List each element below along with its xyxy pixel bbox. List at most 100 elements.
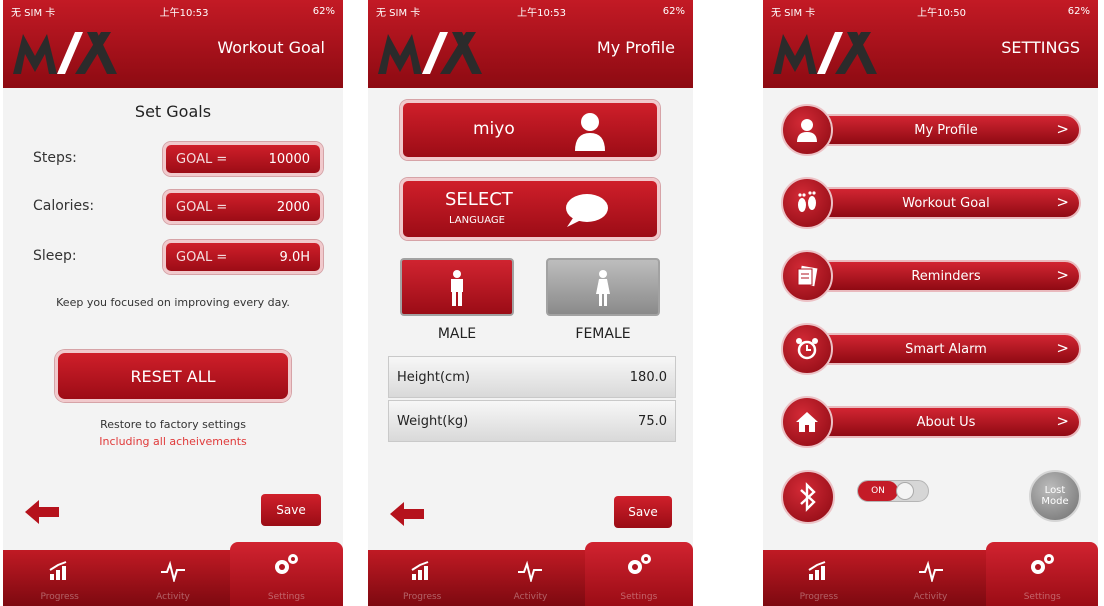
app-header: 无 SIM 卡 上午10:53 62% Workout Goal <box>3 0 343 88</box>
settings-item-label: Reminders <box>911 269 981 284</box>
restore-text: Restore to factory settings <box>100 418 246 431</box>
select-language-button[interactable]: SELECT LANGUAGE <box>400 178 660 240</box>
steps-goal-value: 10000 <box>268 151 310 167</box>
tab-activity-label: Activity <box>156 592 190 602</box>
weight-value: 75.0 <box>638 413 667 429</box>
lost-mode-button[interactable]: Lost Mode <box>1029 470 1081 522</box>
app-header: 无 SIM 卡 上午10:50 62% SETTINGS <box>763 0 1098 88</box>
lost-mode-label: Lost Mode <box>1041 485 1069 507</box>
status-bar: 无 SIM 卡 上午10:53 62% <box>3 0 343 22</box>
settings-item-reminders[interactable]: Reminders > <box>781 250 1081 302</box>
tab-progress[interactable]: Progress <box>368 550 476 606</box>
tab-activity-label: Activity <box>913 592 948 602</box>
my-profile-screen: 无 SIM 卡 上午10:53 62% My Profile miyo SELE… <box>368 0 693 606</box>
page-title: My Profile <box>596 38 675 57</box>
settings-icon-circle <box>781 323 833 375</box>
weight-row[interactable]: Weight(kg) 75.0 <box>388 400 676 442</box>
steps-goal-row: Steps: GOAL = 10000 <box>33 142 329 178</box>
time-text: 上午10:53 <box>517 7 566 19</box>
settings-icon-circle <box>781 396 833 448</box>
tab-progress-label: Progress <box>402 592 442 602</box>
height-value: 180.0 <box>629 369 667 385</box>
bluetooth-toggle[interactable]: ON <box>857 480 929 502</box>
chevron-right-icon: > <box>1056 412 1069 430</box>
settings-item-workout-goal[interactable]: Workout Goal > <box>781 177 1081 229</box>
bar-chart-icon <box>808 561 826 580</box>
female-button[interactable] <box>546 258 660 316</box>
gears-icon <box>1031 554 1055 574</box>
carrier-text: 无 SIM 卡 <box>771 7 816 19</box>
status-bar: 无 SIM 卡 上午10:53 62% <box>368 0 693 22</box>
save-label: Save <box>628 505 658 519</box>
gears-icon <box>627 554 651 574</box>
tab-activity[interactable]: Activity <box>875 550 987 606</box>
settings-item-my-profile[interactable]: My Profile > <box>781 104 1081 156</box>
tab-activity-label: Activity <box>513 592 548 602</box>
settings-icon-circle <box>781 250 833 302</box>
settings-item-label: About Us <box>916 415 976 430</box>
status-bar: 无 SIM 卡 上午10:50 62% <box>763 0 1098 22</box>
sleep-goal-field[interactable]: GOAL = 9.0H <box>163 240 323 274</box>
settings-item-about-us[interactable]: About Us > <box>781 396 1081 448</box>
max-logo <box>773 32 877 74</box>
home-icon <box>796 412 818 432</box>
save-button[interactable]: Save <box>261 494 321 526</box>
pulse-icon <box>918 560 943 582</box>
tab-settings[interactable]: Settings <box>986 542 1098 606</box>
back-arrow-icon[interactable] <box>25 500 61 524</box>
language-label: LANGUAGE <box>449 215 505 226</box>
chevron-right-icon: > <box>1056 266 1069 284</box>
battery-text: 62% <box>312 5 335 17</box>
settings-item-smart-alarm[interactable]: Smart Alarm > <box>781 323 1081 375</box>
tab-progress-label: Progress <box>40 592 79 602</box>
save-button[interactable]: Save <box>614 496 672 528</box>
tab-bar: Progress Activity Settings <box>3 542 343 606</box>
profile-content: miyo SELECT LANGUAGE MALE FEMALE Height(… <box>368 88 693 550</box>
back-arrow-icon[interactable] <box>390 502 426 526</box>
battery-text: 62% <box>662 5 685 17</box>
gears-icon <box>275 554 299 574</box>
profile-name-button[interactable]: miyo <box>400 100 660 160</box>
save-label: Save <box>276 503 306 517</box>
tab-progress[interactable]: Progress <box>763 550 875 606</box>
tab-activity[interactable]: Activity <box>116 550 229 606</box>
tab-settings[interactable]: Settings <box>584 542 693 606</box>
tab-progress-label: Progress <box>799 592 839 602</box>
pulse-icon <box>160 560 185 582</box>
person-icon <box>797 119 817 142</box>
bar-chart-icon <box>49 561 67 580</box>
max-logo <box>13 32 117 74</box>
tab-settings[interactable]: Settings <box>229 542 343 606</box>
settings-screen: 无 SIM 卡 上午10:50 62% SETTINGS My Profile … <box>763 0 1098 606</box>
tab-settings-label: Settings <box>620 592 658 602</box>
chevron-right-icon: > <box>1056 193 1069 211</box>
bluetooth-button[interactable] <box>781 470 835 524</box>
person-icon <box>575 113 605 151</box>
tab-progress[interactable]: Progress <box>3 550 116 606</box>
bluetooth-icon <box>800 482 816 512</box>
calories-goal-field[interactable]: GOAL = 2000 <box>163 190 323 224</box>
weight-label: Weight(kg) <box>397 413 469 429</box>
goal-key: GOAL = <box>176 249 228 265</box>
male-button[interactable] <box>400 258 514 316</box>
time-text: 上午10:50 <box>917 7 966 19</box>
goals-content: Set Goals Steps: GOAL = 10000 Calories: … <box>3 88 343 550</box>
steps-label: Steps: <box>33 150 77 166</box>
tab-bar: Progress Activity Settings <box>763 542 1098 606</box>
select-label: SELECT <box>445 189 513 210</box>
tab-activity[interactable]: Activity <box>476 550 584 606</box>
max-logo <box>378 32 482 74</box>
sleep-goal-value: 9.0H <box>279 249 310 265</box>
tab-settings-label: Settings <box>1023 592 1061 602</box>
settings-item-label: My Profile <box>914 123 978 138</box>
reset-all-label: RESET ALL <box>130 366 216 386</box>
pulse-icon <box>518 560 543 582</box>
chevron-right-icon: > <box>1056 339 1069 357</box>
height-row[interactable]: Height(cm) 180.0 <box>388 356 676 398</box>
profile-name: miyo <box>473 119 515 139</box>
female-icon <box>596 270 610 306</box>
reset-all-button[interactable]: RESET ALL <box>55 350 291 402</box>
set-goals-heading: Set Goals <box>134 102 212 121</box>
steps-goal-field[interactable]: GOAL = 10000 <box>163 142 323 176</box>
footprints-icon <box>798 191 816 212</box>
